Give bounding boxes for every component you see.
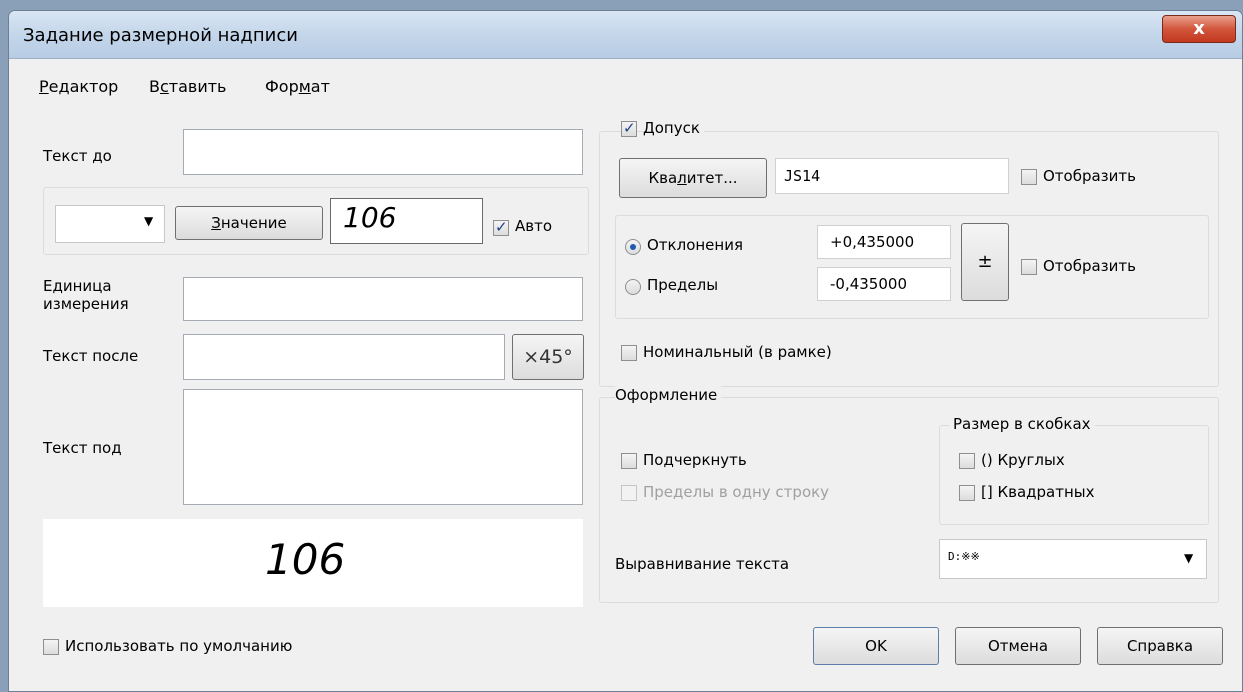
brackets-group bbox=[939, 425, 1209, 525]
value-button[interactable]: Значение bbox=[175, 206, 323, 240]
window-title: Задание размерной надписи bbox=[23, 25, 298, 46]
text-after-label: Текст после bbox=[43, 347, 139, 365]
text-under-input[interactable] bbox=[183, 389, 583, 505]
close-button[interactable]: x bbox=[1162, 15, 1236, 43]
unit-input[interactable] bbox=[183, 277, 583, 321]
square-brackets-label: [] Квадратных bbox=[981, 483, 1095, 501]
limits-label: Пределы bbox=[647, 276, 719, 294]
upper-deviation-input[interactable]: +0,435000 bbox=[817, 225, 951, 259]
square-brackets-checkbox[interactable] bbox=[959, 485, 975, 501]
qualitet-input[interactable]: JS14 bbox=[775, 158, 1009, 194]
preview-panel: 106 bbox=[43, 519, 583, 607]
underline-label: Подчеркнуть bbox=[643, 451, 747, 469]
brackets-group-label: Размер в скобках bbox=[949, 415, 1095, 433]
preview-value: 106 bbox=[265, 535, 346, 584]
plusminus-button[interactable]: ± bbox=[961, 223, 1009, 301]
qualitet-show-label: Отобразить bbox=[1043, 167, 1136, 185]
text-under-label: Текст под bbox=[43, 439, 122, 457]
align-label: Выравнивание текста bbox=[615, 555, 790, 573]
lower-deviation-input[interactable]: -0,435000 bbox=[817, 267, 951, 301]
title-bar: Задание размерной надписи x bbox=[9, 11, 1242, 59]
qualitet-show-checkbox[interactable] bbox=[1021, 169, 1037, 185]
qualitet-button[interactable]: Квалитет... bbox=[619, 158, 767, 198]
close-icon: x bbox=[1193, 18, 1205, 39]
value-field[interactable]: 106 bbox=[330, 198, 483, 244]
text-after-input[interactable] bbox=[183, 334, 505, 380]
limits-one-line-label: Пределы в одну строку bbox=[643, 483, 830, 501]
use-default-checkbox[interactable] bbox=[43, 639, 59, 655]
ok-button[interactable]: OK bbox=[813, 627, 939, 665]
limits-radio[interactable] bbox=[625, 279, 641, 295]
format-group-label: Оформление bbox=[615, 386, 722, 404]
use-default-label: Использовать по умолчанию bbox=[65, 637, 293, 655]
nominal-checkbox[interactable] bbox=[621, 345, 637, 361]
chevron-down-icon: ▼ bbox=[144, 214, 154, 228]
x45-button[interactable]: ×45° bbox=[512, 334, 584, 380]
prefix-select[interactable]: ▼ bbox=[55, 205, 165, 243]
deviations-radio[interactable] bbox=[625, 239, 641, 255]
align-select[interactable]: D:※※ ▼ bbox=[939, 539, 1207, 579]
round-brackets-checkbox[interactable] bbox=[959, 453, 975, 469]
auto-checkbox[interactable] bbox=[493, 218, 509, 236]
nominal-label: Номинальный (в рамке) bbox=[643, 343, 832, 361]
round-brackets-label: () Круглых bbox=[981, 451, 1065, 469]
tolerance-label: Допуск bbox=[643, 119, 704, 137]
menu-insert[interactable]: Вставить bbox=[149, 77, 226, 96]
tolerance-checkbox[interactable] bbox=[621, 119, 637, 137]
text-before-label: Текст до bbox=[43, 147, 112, 165]
dialog-window: Задание размерной надписи x Редактор Вст… bbox=[8, 10, 1243, 692]
deviation-show-checkbox[interactable] bbox=[1021, 259, 1037, 275]
text-before-input[interactable] bbox=[183, 129, 583, 175]
underline-checkbox[interactable] bbox=[621, 453, 637, 469]
deviation-show-label: Отобразить bbox=[1043, 257, 1136, 275]
unit-label: Единица измерения bbox=[43, 277, 129, 313]
auto-label: Авто bbox=[515, 217, 553, 235]
menu-editor[interactable]: Редактор bbox=[39, 77, 118, 96]
limits-one-line-checkbox[interactable] bbox=[621, 485, 637, 501]
cancel-button[interactable]: Отмена bbox=[955, 627, 1081, 665]
menu-format[interactable]: Формат bbox=[265, 77, 330, 96]
chevron-down-icon: ▼ bbox=[1184, 551, 1194, 565]
help-button[interactable]: Справка bbox=[1097, 627, 1223, 665]
deviations-label: Отклонения bbox=[647, 236, 743, 254]
